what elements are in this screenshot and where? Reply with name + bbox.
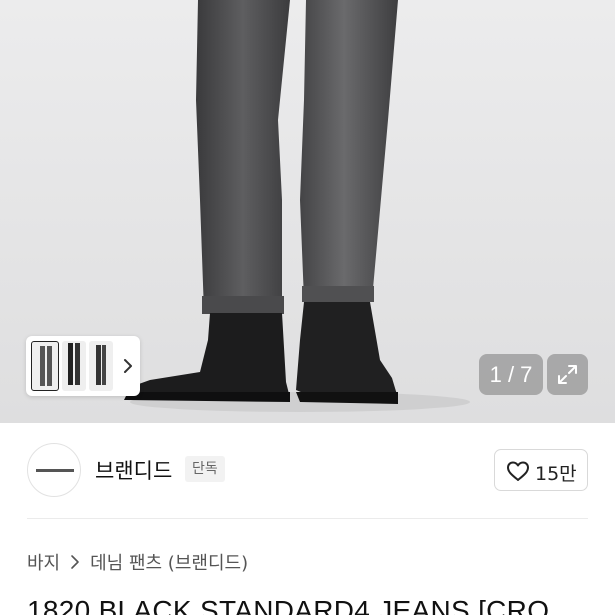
like-button[interactable]: 15만 [494,449,588,491]
thumbnail-strip[interactable] [26,336,140,396]
brand-row: 브랜디드 단독 15만 [0,423,615,518]
expand-arrows-icon [558,365,577,384]
expand-button[interactable] [547,354,588,395]
like-count: 15만 [535,463,577,485]
heart-outline-icon [507,461,529,481]
chevron-right-icon [71,555,79,569]
divider [27,518,588,519]
chevron-right-icon[interactable] [119,354,137,378]
brand-exclusive-badge: 단독 [185,456,225,482]
breadcrumb: 바지 데님 팬츠 (브랜디드) [27,548,248,576]
thumbnail-3[interactable] [89,341,113,391]
brand-name[interactable]: 브랜디드 [95,455,172,485]
product-image-gallery[interactable]: 1 / 7 [0,0,615,423]
image-counter: 1 / 7 [479,354,543,395]
brand-logo[interactable] [27,443,81,497]
thumbnail-1[interactable] [31,341,59,391]
thumbnail-2[interactable] [62,341,86,391]
breadcrumb-item-denim-pants[interactable]: 데님 팬츠 (브랜디드) [90,549,248,575]
product-title: 1820 BLACK STANDARD4 JEANS [CRO [27,595,550,615]
breadcrumb-item-pants[interactable]: 바지 [27,549,60,575]
